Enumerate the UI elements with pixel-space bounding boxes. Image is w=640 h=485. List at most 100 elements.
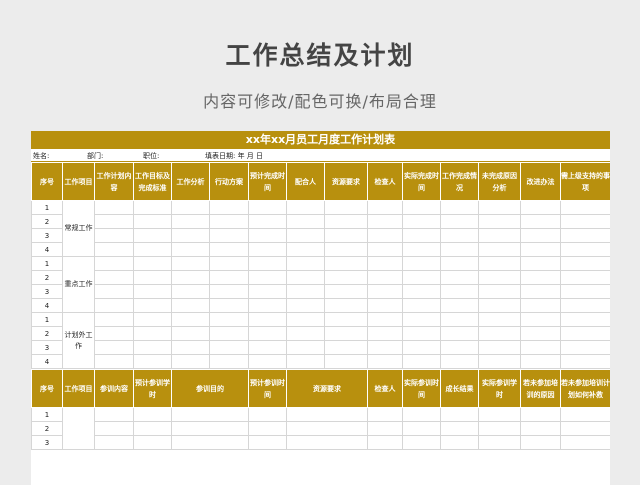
empty-cell[interactable]	[171, 228, 210, 243]
empty-cell[interactable]	[478, 200, 521, 215]
empty-cell[interactable]	[324, 340, 368, 355]
empty-cell[interactable]	[440, 407, 479, 422]
empty-cell[interactable]	[286, 354, 325, 369]
empty-cell[interactable]	[133, 312, 172, 327]
category-cell[interactable]	[62, 407, 95, 450]
empty-cell[interactable]	[94, 284, 134, 299]
empty-cell[interactable]	[171, 312, 210, 327]
empty-cell[interactable]	[248, 354, 287, 369]
empty-cell[interactable]	[367, 312, 403, 327]
empty-cell[interactable]	[286, 200, 325, 215]
empty-cell[interactable]	[520, 256, 561, 271]
empty-cell[interactable]	[248, 340, 287, 355]
empty-cell[interactable]	[286, 421, 368, 436]
empty-cell[interactable]	[402, 214, 441, 229]
empty-cell[interactable]	[478, 298, 521, 313]
empty-cell[interactable]	[209, 242, 249, 257]
empty-cell[interactable]	[440, 270, 479, 285]
empty-cell[interactable]	[440, 435, 479, 450]
empty-cell[interactable]	[94, 214, 134, 229]
empty-cell[interactable]	[440, 312, 479, 327]
empty-cell[interactable]	[440, 340, 479, 355]
empty-cell[interactable]	[209, 354, 249, 369]
empty-cell[interactable]	[367, 421, 403, 436]
empty-cell[interactable]	[560, 435, 610, 450]
empty-cell[interactable]	[560, 407, 610, 422]
empty-cell[interactable]	[209, 340, 249, 355]
empty-cell[interactable]	[520, 242, 561, 257]
empty-cell[interactable]	[286, 340, 325, 355]
empty-cell[interactable]	[209, 256, 249, 271]
empty-cell[interactable]	[478, 407, 521, 422]
empty-cell[interactable]	[171, 214, 210, 229]
empty-cell[interactable]	[560, 298, 610, 313]
empty-cell[interactable]	[560, 242, 610, 257]
empty-cell[interactable]	[478, 242, 521, 257]
empty-cell[interactable]	[402, 242, 441, 257]
empty-cell[interactable]	[94, 340, 134, 355]
empty-cell[interactable]	[560, 354, 610, 369]
empty-cell[interactable]	[248, 326, 287, 341]
empty-cell[interactable]	[133, 270, 172, 285]
empty-cell[interactable]	[171, 256, 210, 271]
empty-cell[interactable]	[171, 284, 210, 299]
empty-cell[interactable]	[94, 228, 134, 243]
empty-cell[interactable]	[440, 200, 479, 215]
empty-cell[interactable]	[286, 298, 325, 313]
empty-cell[interactable]	[94, 270, 134, 285]
empty-cell[interactable]	[324, 242, 368, 257]
empty-cell[interactable]	[133, 200, 172, 215]
empty-cell[interactable]	[560, 326, 610, 341]
empty-cell[interactable]	[367, 228, 403, 243]
empty-cell[interactable]	[286, 242, 325, 257]
empty-cell[interactable]	[560, 270, 610, 285]
empty-cell[interactable]	[402, 421, 441, 436]
empty-cell[interactable]	[520, 270, 561, 285]
empty-cell[interactable]	[520, 200, 561, 215]
empty-cell[interactable]	[209, 284, 249, 299]
empty-cell[interactable]	[478, 228, 521, 243]
empty-cell[interactable]	[402, 298, 441, 313]
empty-cell[interactable]	[133, 228, 172, 243]
empty-cell[interactable]	[94, 354, 134, 369]
empty-cell[interactable]	[133, 284, 172, 299]
empty-cell[interactable]	[478, 270, 521, 285]
empty-cell[interactable]	[440, 284, 479, 299]
empty-cell[interactable]	[367, 284, 403, 299]
empty-cell[interactable]	[367, 326, 403, 341]
empty-cell[interactable]	[440, 354, 479, 369]
empty-cell[interactable]	[478, 421, 521, 436]
empty-cell[interactable]	[440, 326, 479, 341]
empty-cell[interactable]	[209, 214, 249, 229]
empty-cell[interactable]	[209, 200, 249, 215]
empty-cell[interactable]	[367, 354, 403, 369]
empty-cell[interactable]	[94, 326, 134, 341]
empty-cell[interactable]	[324, 312, 368, 327]
empty-cell[interactable]	[440, 214, 479, 229]
empty-cell[interactable]	[520, 298, 561, 313]
empty-cell[interactable]	[209, 228, 249, 243]
empty-cell[interactable]	[133, 435, 172, 450]
empty-cell[interactable]	[402, 435, 441, 450]
empty-cell[interactable]	[478, 326, 521, 341]
empty-cell[interactable]	[171, 421, 249, 436]
empty-cell[interactable]	[133, 256, 172, 271]
empty-cell[interactable]	[478, 354, 521, 369]
empty-cell[interactable]	[560, 340, 610, 355]
empty-cell[interactable]	[560, 200, 610, 215]
empty-cell[interactable]	[367, 340, 403, 355]
empty-cell[interactable]	[248, 200, 287, 215]
empty-cell[interactable]	[367, 435, 403, 450]
empty-cell[interactable]	[209, 326, 249, 341]
empty-cell[interactable]	[520, 228, 561, 243]
empty-cell[interactable]	[248, 256, 287, 271]
empty-cell[interactable]	[94, 242, 134, 257]
empty-cell[interactable]	[248, 421, 287, 436]
empty-cell[interactable]	[171, 326, 210, 341]
empty-cell[interactable]	[478, 284, 521, 299]
empty-cell[interactable]	[367, 270, 403, 285]
empty-cell[interactable]	[171, 242, 210, 257]
empty-cell[interactable]	[520, 340, 561, 355]
empty-cell[interactable]	[248, 242, 287, 257]
empty-cell[interactable]	[402, 354, 441, 369]
